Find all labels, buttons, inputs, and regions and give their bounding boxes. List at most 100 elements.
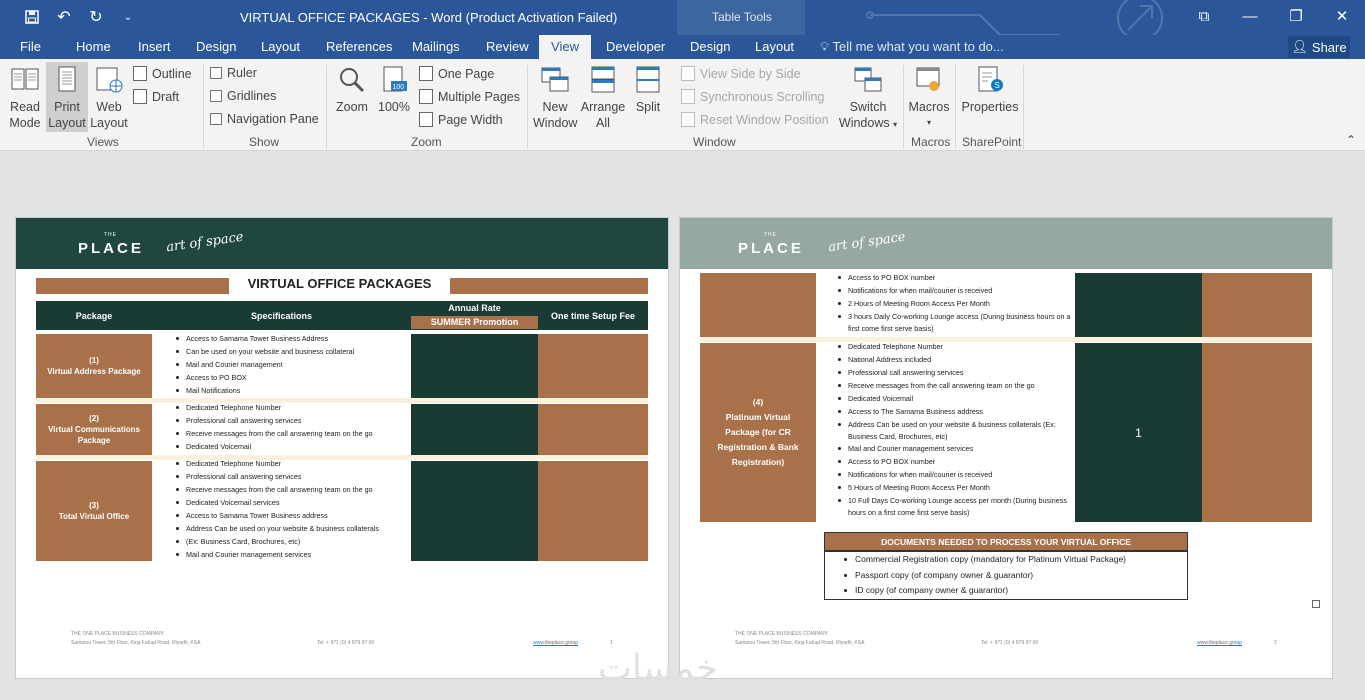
draft-button[interactable]: Draft <box>133 89 179 104</box>
tagline: art of space <box>827 229 907 256</box>
ribbon-display-icon[interactable]: ⧉ <box>1181 0 1227 32</box>
tab-layout[interactable]: Layout <box>261 39 300 54</box>
page-header-band: THE PLACE art of space <box>16 218 668 269</box>
page-number: 1 <box>610 640 613 646</box>
customize-qat-icon[interactable]: ⌄ <box>116 6 140 28</box>
zoom-100-icon: 100 <box>383 66 407 92</box>
spec-list: Access to Samama Tower Business Address C… <box>174 333 354 398</box>
window-title: VIRTUAL OFFICE PACKAGES - Word (Product … <box>240 10 618 25</box>
dropdown-arrow-icon: ▾ <box>893 120 898 129</box>
reset-position-icon <box>681 112 695 127</box>
tab-design[interactable]: Design <box>196 39 236 54</box>
spec-list: Dedicated Telephone Number National Addre… <box>836 341 1072 519</box>
split-button[interactable]: Split <box>630 65 666 115</box>
rate-cell <box>411 334 538 398</box>
tab-insert[interactable]: Insert <box>138 39 171 54</box>
new-window-button[interactable]: New Window <box>533 65 577 131</box>
share-button[interactable]: 👤︎ Share <box>1288 36 1350 58</box>
multiple-pages-button[interactable]: Multiple Pages <box>419 89 520 104</box>
spec-list: Dedicated Telephone Number Professional c… <box>174 402 373 454</box>
document-page-2[interactable]: THE PLACE art of space Access to PO BOX … <box>679 217 1333 679</box>
tab-view[interactable]: View <box>539 35 591 59</box>
read-mode-icon <box>11 68 39 90</box>
tab-developer[interactable]: Developer <box>606 39 665 54</box>
macros-button[interactable]: Macros ▾ <box>907 65 951 131</box>
redo-icon[interactable]: ↻ <box>84 6 108 28</box>
svg-text:S: S <box>995 81 1000 90</box>
page-width-icon <box>419 112 433 127</box>
synchronous-scrolling-button[interactable]: Synchronous Scrolling <box>681 89 824 104</box>
document-page-1[interactable]: THE PLACE art of space VIRTUAL OFFICE PA… <box>15 217 669 679</box>
macros-icon <box>916 67 940 91</box>
outline-button[interactable]: Outline <box>133 66 192 81</box>
rate-cell[interactable]: 1 <box>1075 343 1202 522</box>
website-link[interactable]: www.theplace.group <box>533 639 578 648</box>
package-cell: (3) Total Virtual Office <box>36 461 152 561</box>
table-resize-handle[interactable] <box>1312 600 1320 608</box>
navigation-pane-checkbox[interactable]: Navigation Pane <box>210 112 319 126</box>
undo-icon[interactable]: ↶ <box>52 6 76 28</box>
place-logo: PLACE <box>738 240 804 257</box>
zoom-button[interactable]: Zoom <box>334 65 370 115</box>
one-page-button[interactable]: One Page <box>419 66 494 81</box>
tab-file[interactable]: File <box>20 39 41 54</box>
page-footer: THE ONE PLACE BUSINESS COMPANY Samama Tow… <box>71 631 201 646</box>
side-by-side-icon <box>681 66 695 81</box>
zoom-100-button[interactable]: 100 100% <box>376 65 412 115</box>
page-number: 2 <box>1274 640 1277 646</box>
setup-cell <box>538 461 648 561</box>
tell-me-box[interactable]: 💡︎ Tell me what you want to do... <box>820 39 1004 55</box>
tab-table-design[interactable]: Design <box>690 39 730 54</box>
reset-window-position-button[interactable]: Reset Window Position <box>681 112 829 127</box>
tab-table-layout[interactable]: Layout <box>755 39 794 54</box>
draft-icon <box>133 89 147 104</box>
watermark: خمسات <box>598 648 719 689</box>
spec-list: Dedicated Telephone Number Professional c… <box>174 458 379 562</box>
package-cell <box>700 273 816 337</box>
print-layout-button[interactable]: Print Layout <box>46 62 88 132</box>
close-icon[interactable]: ✕ <box>1319 0 1365 32</box>
zoom-group-label: Zoom <box>411 135 442 149</box>
ribbon-separator <box>326 65 327 149</box>
one-page-icon <box>419 66 433 81</box>
setup-cell <box>1202 273 1312 337</box>
properties-button[interactable]: S Properties <box>960 65 1020 115</box>
views-group-label: Views <box>87 135 119 149</box>
ruler-checkbox[interactable]: Ruler <box>210 66 257 80</box>
tab-references[interactable]: References <box>326 39 392 54</box>
tab-home[interactable]: Home <box>76 39 111 54</box>
split-icon <box>636 66 660 93</box>
place-logo: PLACE <box>78 240 144 257</box>
print-layout-icon <box>58 66 76 92</box>
package-cell: (2) Virtual Communications Package <box>36 404 152 455</box>
ribbon-separator <box>1023 65 1024 149</box>
restore-icon[interactable]: ❐ <box>1273 0 1319 32</box>
package-cell: (1) Virtual Address Package <box>36 334 152 398</box>
save-icon[interactable] <box>20 6 44 28</box>
arrange-all-icon <box>591 66 615 93</box>
magnifier-icon <box>340 68 365 93</box>
tagline: art of space <box>165 229 245 256</box>
view-side-by-side-button[interactable]: View Side by Side <box>681 66 801 81</box>
outline-icon <box>133 66 147 81</box>
page-width-button[interactable]: Page Width <box>419 112 503 127</box>
show-group-label: Show <box>249 135 280 149</box>
website-link[interactable]: www.theplace.group <box>1197 639 1242 648</box>
ribbon-separator <box>955 65 956 149</box>
tab-mailings[interactable]: Mailings <box>412 39 460 54</box>
read-mode-button[interactable]: Read Mode <box>6 65 44 131</box>
collapse-ribbon-icon[interactable]: ⌃ <box>1346 133 1356 147</box>
gridlines-checkbox[interactable]: Gridlines <box>210 89 276 103</box>
minimize-icon[interactable]: — <box>1227 0 1273 32</box>
ribbon-separator <box>203 65 204 149</box>
arrange-all-button[interactable]: Arrange All <box>580 65 626 131</box>
ribbon: Read Mode Print Layout Web Layout Outline D… <box>0 59 1365 151</box>
window-controls: ⧉ — ❐ ✕ <box>1181 0 1365 32</box>
web-layout-button[interactable]: Web Layout <box>90 65 128 131</box>
document-title: VIRTUAL OFFICE PACKAGES <box>247 276 432 291</box>
documents-list: Commercial Registration copy (mandatory … <box>824 551 1188 600</box>
new-window-icon <box>541 67 569 92</box>
switch-windows-button[interactable]: Switch Windows ▾ <box>838 65 898 133</box>
tab-review[interactable]: Review <box>486 39 529 54</box>
macros-group-label: Macros <box>911 135 951 149</box>
